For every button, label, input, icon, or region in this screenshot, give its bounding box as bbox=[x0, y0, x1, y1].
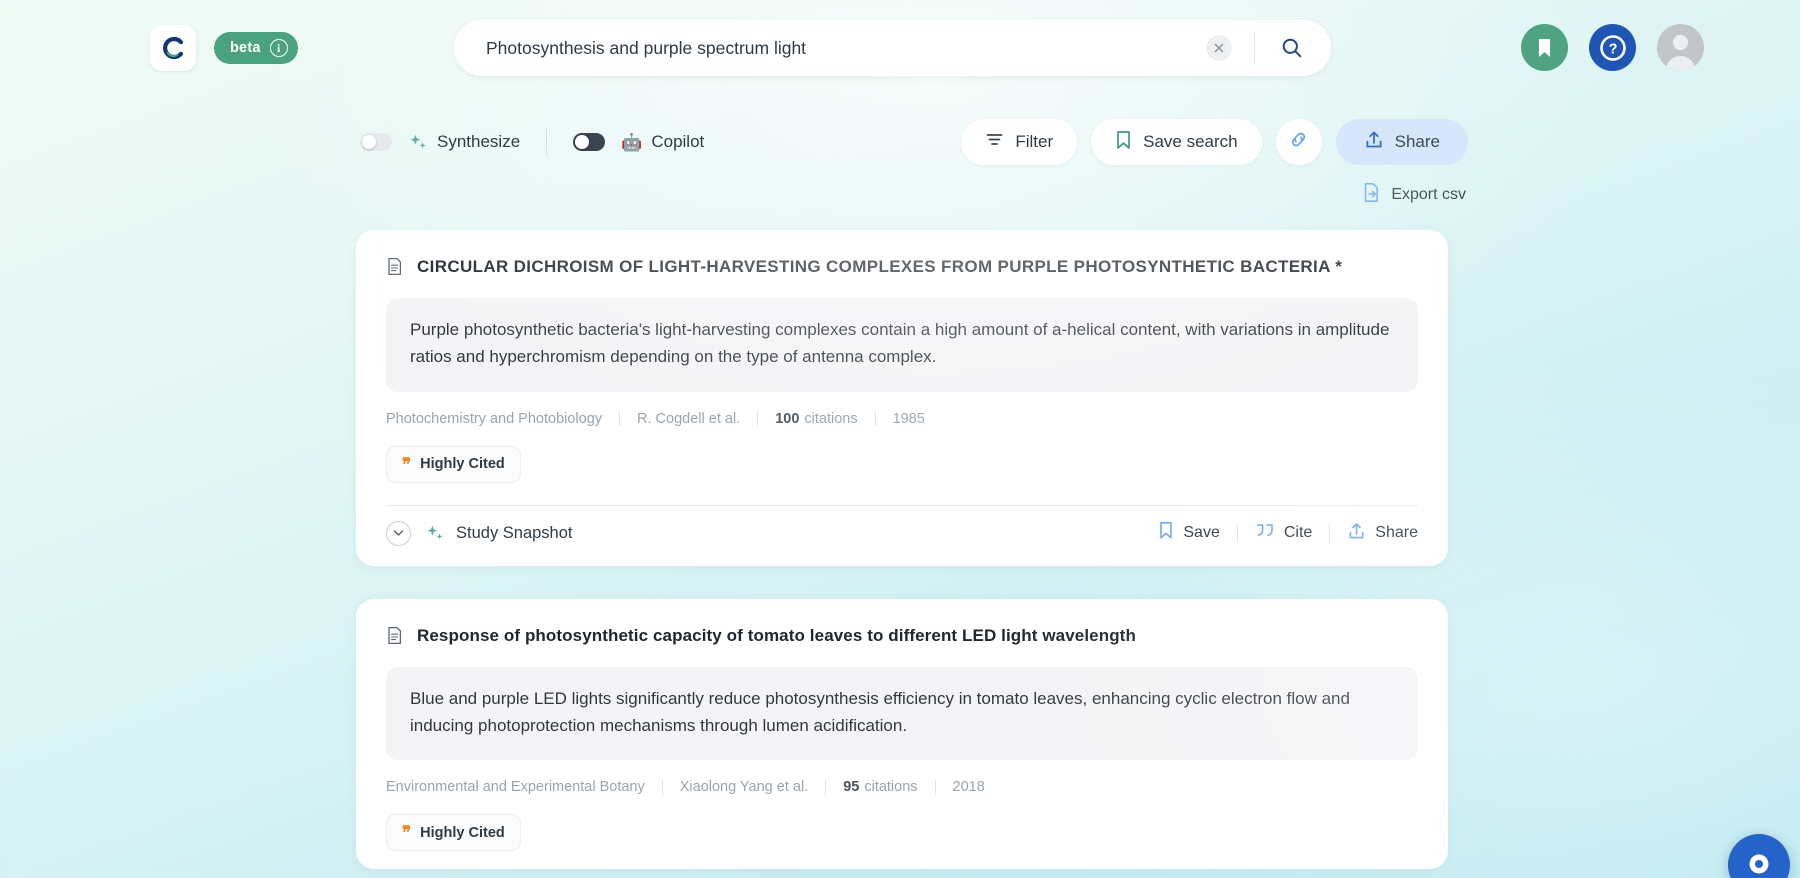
result-card[interactable]: CIRCULAR DICHROISM OF LIGHT-HARVESTING C… bbox=[356, 230, 1448, 566]
toolbar-action-buttons: Filter Save search Share bbox=[961, 119, 1468, 165]
chat-fab-button[interactable] bbox=[1728, 834, 1790, 878]
highly-cited-badge: ❞ Highly Cited bbox=[386, 814, 521, 852]
document-icon bbox=[386, 626, 403, 650]
share-label: Share bbox=[1394, 132, 1440, 151]
result-journal: Photochemistry and Photobiology bbox=[386, 410, 603, 427]
synthesize-toggle[interactable] bbox=[360, 133, 392, 151]
filter-icon bbox=[985, 130, 1004, 154]
file-export-icon bbox=[1362, 182, 1381, 208]
result-year: 2018 bbox=[952, 779, 985, 796]
result-badges: ❞ Highly Cited bbox=[386, 445, 1418, 483]
result-year: 1985 bbox=[892, 410, 925, 427]
result-authors: R. Cogdell et al. bbox=[637, 410, 741, 427]
result-citation-count: 100 bbox=[775, 410, 800, 427]
toolbar-divider bbox=[546, 129, 548, 155]
save-button[interactable]: Save bbox=[1158, 521, 1220, 545]
share-button[interactable]: Share bbox=[1335, 119, 1468, 165]
result-card[interactable]: Response of photosynthetic capacity of t… bbox=[356, 598, 1448, 870]
chevron-down-icon[interactable] bbox=[386, 520, 411, 546]
info-icon[interactable]: i bbox=[269, 39, 288, 57]
copilot-toggle-group: 🤖 Copilot bbox=[573, 132, 704, 152]
result-badges: ❞ Highly Cited bbox=[386, 814, 1418, 852]
result-title[interactable]: Response of photosynthetic capacity of t… bbox=[417, 625, 1136, 647]
quote-icon bbox=[1255, 522, 1275, 544]
search-divider bbox=[1254, 33, 1255, 63]
search-results-list: CIRCULAR DICHROISM OF LIGHT-HARVESTING C… bbox=[356, 230, 1448, 870]
search-bar[interactable] bbox=[454, 20, 1331, 76]
copilot-label: Copilot bbox=[651, 132, 705, 151]
result-footer: Study Snapshot Save Cite Share bbox=[386, 506, 1418, 548]
result-citation-count: 95 bbox=[843, 779, 860, 796]
export-csv-label: Export csv bbox=[1391, 186, 1466, 203]
save-search-button[interactable]: Save search bbox=[1091, 119, 1262, 165]
result-title-row: Response of photosynthetic capacity of t… bbox=[386, 625, 1418, 650]
app-header: beta i ? bbox=[0, 0, 1800, 96]
upload-icon bbox=[1347, 521, 1366, 546]
share-label: Share bbox=[1375, 524, 1418, 542]
result-actions: Save Cite Share bbox=[1158, 521, 1418, 546]
filter-button[interactable]: Filter bbox=[961, 119, 1078, 165]
bookmark-icon[interactable] bbox=[1521, 24, 1568, 71]
result-authors: Xiaolong Yang et al. bbox=[679, 779, 809, 796]
consensus-logo[interactable] bbox=[150, 25, 196, 71]
sparkle-icon bbox=[425, 523, 445, 543]
highly-cited-badge: ❞ Highly Cited bbox=[386, 445, 521, 483]
search-input[interactable] bbox=[454, 37, 1206, 59]
save-label: Save bbox=[1183, 524, 1220, 542]
clear-search-icon[interactable] bbox=[1206, 35, 1232, 61]
chat-bubble-icon bbox=[1749, 854, 1769, 874]
header-actions: ? bbox=[1521, 24, 1704, 71]
synthesize-toggle-group: Synthesize bbox=[360, 132, 520, 152]
bookmark-icon bbox=[1158, 521, 1174, 545]
export-row: Export csv bbox=[0, 178, 1800, 212]
filter-label: Filter bbox=[1015, 132, 1054, 151]
result-meta: Photochemistry and Photobiology R. Cogde… bbox=[386, 411, 1418, 427]
svg-text:?: ? bbox=[1608, 41, 1617, 57]
quote-icon: ❞ bbox=[402, 454, 412, 474]
sparkle-icon bbox=[408, 132, 428, 152]
result-abstract: Blue and purple LED lights significantly… bbox=[386, 666, 1418, 761]
study-snapshot-label[interactable]: Study Snapshot bbox=[456, 524, 573, 543]
beta-badge[interactable]: beta i bbox=[214, 32, 298, 64]
result-abstract: Purple photosynthetic bacteria's light-h… bbox=[386, 298, 1418, 392]
avatar[interactable] bbox=[1657, 24, 1704, 71]
beta-label: beta bbox=[230, 40, 261, 56]
robot-icon: 🤖 bbox=[621, 132, 643, 152]
upload-icon bbox=[1364, 129, 1384, 155]
share-button[interactable]: Share bbox=[1347, 521, 1418, 546]
results-toolbar: Synthesize 🤖 Copilot Filter Save search bbox=[0, 114, 1800, 170]
bookmark-icon bbox=[1115, 130, 1132, 155]
help-icon[interactable]: ? bbox=[1589, 24, 1636, 71]
copilot-toggle[interactable] bbox=[573, 133, 606, 151]
cite-button[interactable]: Cite bbox=[1255, 522, 1312, 544]
search-icon[interactable] bbox=[1275, 31, 1309, 65]
cite-label: Cite bbox=[1283, 524, 1313, 542]
result-title[interactable]: CIRCULAR DICHROISM OF LIGHT-HARVESTING C… bbox=[417, 256, 1342, 278]
result-citation-word: citations bbox=[864, 779, 918, 796]
quote-icon: ❞ bbox=[402, 823, 412, 843]
copy-link-button[interactable] bbox=[1275, 119, 1322, 165]
link-icon bbox=[1288, 129, 1309, 155]
result-journal: Environmental and Experimental Botany bbox=[386, 779, 645, 796]
save-search-label: Save search bbox=[1143, 132, 1238, 151]
document-icon bbox=[386, 257, 403, 281]
highly-cited-label: Highly Cited bbox=[420, 824, 505, 841]
result-title-row: CIRCULAR DICHROISM OF LIGHT-HARVESTING C… bbox=[386, 256, 1418, 281]
export-csv-button[interactable]: Export csv bbox=[1360, 178, 1468, 212]
synthesize-label: Synthesize bbox=[437, 132, 521, 151]
result-meta: Environmental and Experimental Botany Xi… bbox=[386, 779, 1418, 795]
highly-cited-label: Highly Cited bbox=[420, 456, 505, 473]
result-citation-word: citations bbox=[804, 410, 858, 427]
